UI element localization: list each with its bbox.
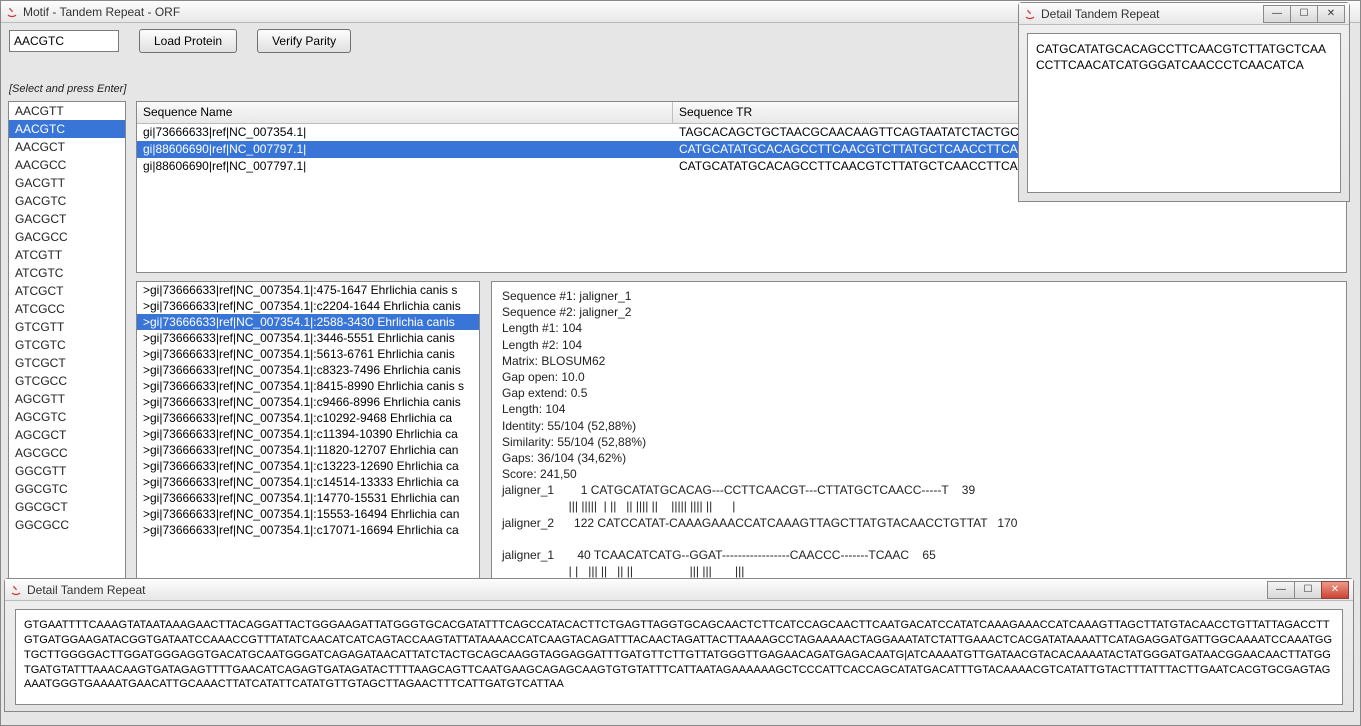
alignment-panel: Sequence #1: jaligner_1 Sequence #2: jal… <box>491 281 1347 593</box>
orf-item[interactable]: >gi|73666633|ref|NC_007354.1|:c17071-166… <box>137 522 479 538</box>
motif-item[interactable]: AACGTC <box>9 120 125 138</box>
motif-item[interactable]: AGCGTC <box>9 408 125 426</box>
detail-bottom-titlebar[interactable]: Detail Tandem Repeat — ☐ ✕ <box>5 579 1353 601</box>
java-icon <box>1023 7 1037 21</box>
motif-item[interactable]: GACGTC <box>9 192 125 210</box>
motif-item[interactable]: GACGTT <box>9 174 125 192</box>
col-sequence-name[interactable]: Sequence Name <box>137 102 673 123</box>
orf-item[interactable]: >gi|73666633|ref|NC_007354.1|:c14514-133… <box>137 474 479 490</box>
maximize-button[interactable]: ☐ <box>1294 581 1322 599</box>
close-button[interactable]: ✕ <box>1317 5 1345 23</box>
motif-item[interactable]: GTCGTC <box>9 336 125 354</box>
motif-item[interactable]: ATCGTC <box>9 264 125 282</box>
detail-top-titlebar[interactable]: Detail Tandem Repeat — ☐ ✕ <box>1019 3 1349 25</box>
detail-bottom-window[interactable]: Detail Tandem Repeat — ☐ ✕ GTGAATTTTCAAA… <box>4 578 1354 712</box>
orf-item[interactable]: >gi|73666633|ref|NC_007354.1|:8415-8990 … <box>137 378 479 394</box>
maximize-button[interactable]: ☐ <box>1290 5 1318 23</box>
search-hint: [Select and press Enter] <box>9 83 126 95</box>
orf-item[interactable]: >gi|73666633|ref|NC_007354.1|:14770-1553… <box>137 490 479 506</box>
motif-item[interactable]: ATCGCT <box>9 282 125 300</box>
close-button[interactable]: ✕ <box>1321 581 1349 599</box>
sequence-name-cell: gi|88606690|ref|NC_007797.1| <box>137 141 673 158</box>
motif-item[interactable]: GACGCC <box>9 228 125 246</box>
motif-item[interactable]: AGCGCC <box>9 444 125 462</box>
orf-list[interactable]: >gi|73666633|ref|NC_007354.1|:475-1647 E… <box>136 281 480 593</box>
orf-item[interactable]: >gi|73666633|ref|NC_007354.1|:c8323-7496… <box>137 362 479 378</box>
motif-item[interactable]: GACGCT <box>9 210 125 228</box>
minimize-button[interactable]: — <box>1267 581 1295 599</box>
orf-item[interactable]: >gi|73666633|ref|NC_007354.1|:c10292-946… <box>137 410 479 426</box>
detail-top-window[interactable]: Detail Tandem Repeat — ☐ ✕ CATGCATATGCAC… <box>1018 2 1350 202</box>
orf-item[interactable]: >gi|73666633|ref|NC_007354.1|:5613-6761 … <box>137 346 479 362</box>
motif-item[interactable]: GGCGTT <box>9 462 125 480</box>
motif-item[interactable]: ATCGTT <box>9 246 125 264</box>
orf-item[interactable]: >gi|73666633|ref|NC_007354.1|:3446-5551 … <box>137 330 479 346</box>
detail-top-title: Detail Tandem Repeat <box>1041 7 1264 21</box>
load-protein-button[interactable]: Load Protein <box>139 29 237 53</box>
window-buttons: — ☐ ✕ <box>1268 581 1349 599</box>
motif-item[interactable]: AACGTT <box>9 102 125 120</box>
window-buttons: — ☐ ✕ <box>1264 5 1345 23</box>
motif-item[interactable]: GGCGCT <box>9 498 125 516</box>
sequence-name-cell: gi|73666633|ref|NC_007354.1| <box>137 124 673 141</box>
motif-item[interactable]: GTCGCC <box>9 372 125 390</box>
orf-item[interactable]: >gi|73666633|ref|NC_007354.1|:c13223-126… <box>137 458 479 474</box>
orf-item[interactable]: >gi|73666633|ref|NC_007354.1|:c9466-8996… <box>137 394 479 410</box>
detail-bottom-title: Detail Tandem Repeat <box>27 583 1268 597</box>
motif-item[interactable]: AACGCT <box>9 138 125 156</box>
orf-item[interactable]: >gi|73666633|ref|NC_007354.1|:11820-1270… <box>137 442 479 458</box>
orf-item[interactable]: >gi|73666633|ref|NC_007354.1|:c11394-103… <box>137 426 479 442</box>
motif-item[interactable]: GTCGCT <box>9 354 125 372</box>
motif-search-input[interactable] <box>9 30 119 52</box>
detail-top-body[interactable]: CATGCATATGCACAGCCTTCAACGTCTTATGCTCAACCTT… <box>1027 33 1341 193</box>
orf-item[interactable]: >gi|73666633|ref|NC_007354.1|:15553-1649… <box>137 506 479 522</box>
java-icon <box>5 5 19 19</box>
sequence-name-cell: gi|88606690|ref|NC_007797.1| <box>137 158 673 175</box>
motif-item[interactable]: AACGCC <box>9 156 125 174</box>
motif-item[interactable]: ATCGCC <box>9 300 125 318</box>
motif-item[interactable]: GTCGTT <box>9 318 125 336</box>
java-icon <box>9 583 23 597</box>
orf-item[interactable]: >gi|73666633|ref|NC_007354.1|:475-1647 E… <box>137 282 479 298</box>
detail-bottom-body[interactable]: GTGAATTTTCAAAGTATAATAAAGAACTTACAGGATTACT… <box>15 609 1343 705</box>
motif-item[interactable]: GGCGTC <box>9 480 125 498</box>
verify-parity-button[interactable]: Verify Parity <box>257 29 351 53</box>
motif-item[interactable]: AGCGTT <box>9 390 125 408</box>
motif-item[interactable]: AGCGCT <box>9 426 125 444</box>
orf-item[interactable]: >gi|73666633|ref|NC_007354.1|:2588-3430 … <box>137 314 479 330</box>
orf-item[interactable]: >gi|73666633|ref|NC_007354.1|:c2204-1644… <box>137 298 479 314</box>
minimize-button[interactable]: — <box>1263 5 1291 23</box>
motif-list[interactable]: AACGTTAACGTCAACGCTAACGCCGACGTTGACGTCGACG… <box>8 101 126 593</box>
motif-item[interactable]: GGCGCC <box>9 516 125 534</box>
